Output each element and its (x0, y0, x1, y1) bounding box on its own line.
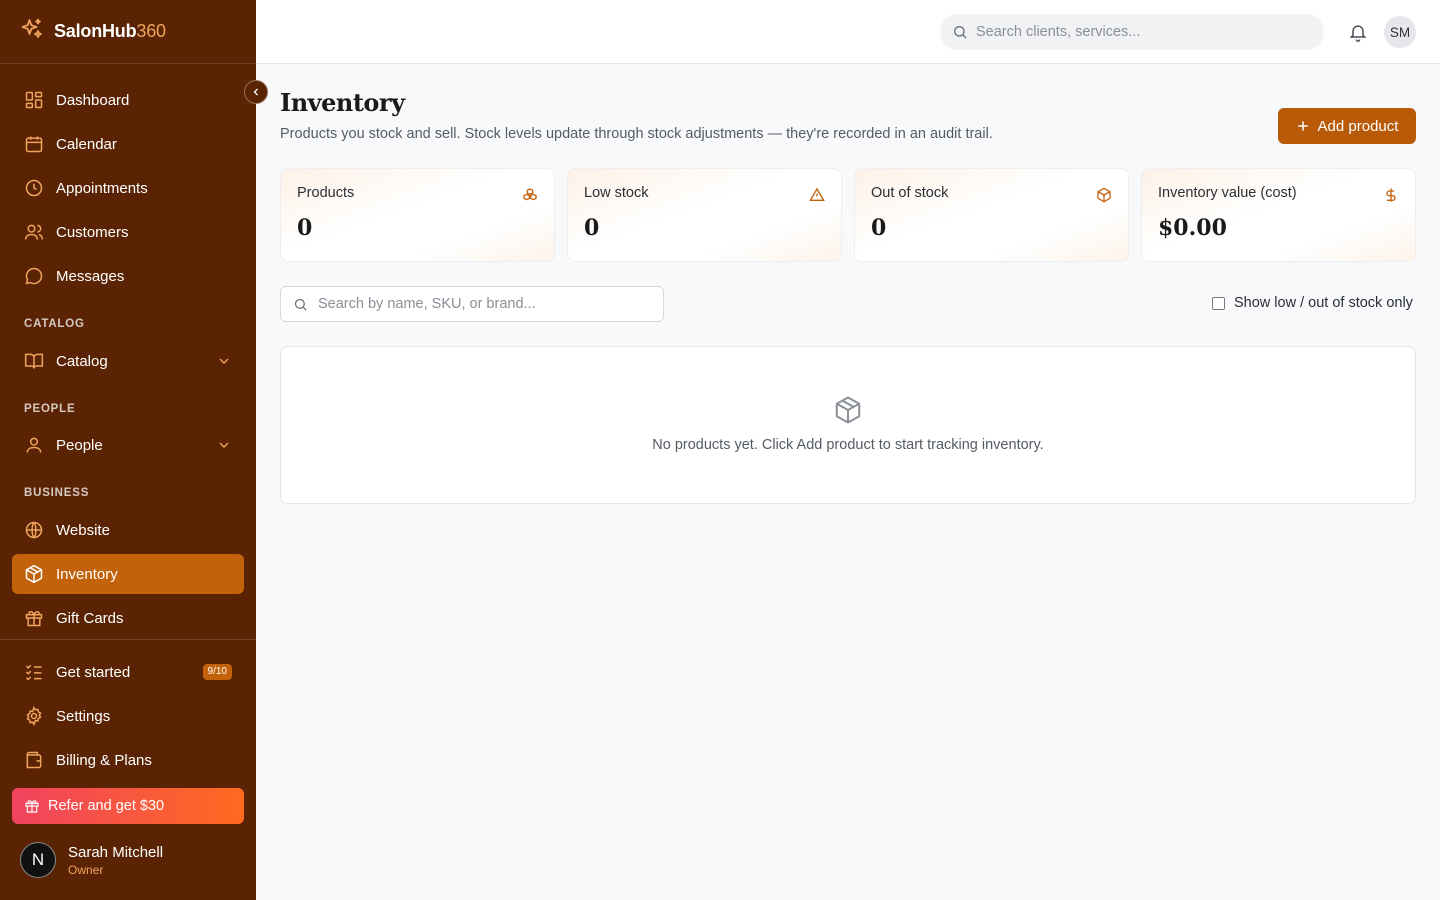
chevron-down-icon (219, 358, 229, 364)
gift-icon (25, 800, 39, 813)
sidebar-item-label: People (56, 436, 103, 454)
user-profile[interactable]: N Sarah Mitchell Owner (20, 842, 163, 878)
bell-icon[interactable] (1348, 22, 1368, 42)
sidebar-item-label: Settings (56, 707, 111, 725)
stat-label: Inventory value (cost) (1158, 185, 1297, 201)
warning-triangle-icon (809, 187, 825, 201)
page-title: Inventory (280, 88, 405, 117)
users-icon (24, 224, 44, 240)
search-icon (954, 26, 967, 39)
global-search[interactable] (940, 14, 1324, 50)
brand[interactable]: SalonHub360 (0, 0, 256, 64)
sidebar-item-label: Billing & Plans (56, 751, 152, 769)
sidebar-item-customers[interactable]: Customers (12, 212, 244, 252)
stat-value: $0.00 (1158, 215, 1227, 241)
package-icon (25, 564, 43, 584)
dashboard-icon (25, 91, 43, 109)
gift-icon (25, 611, 43, 627)
sidebar-item-label: Calendar (56, 135, 117, 153)
user-role: Owner (68, 862, 104, 877)
empty-state-message: No products yet. Click Add product to st… (652, 437, 1044, 453)
book-open-icon (24, 353, 44, 369)
sidebar: SalonHub360 Dashboard Calendar Appointme… (0, 0, 256, 900)
page-subtitle: Products you stock and sell. Stock level… (280, 126, 993, 142)
global-search-input[interactable] (976, 24, 1306, 40)
sidebar-item-label: Messages (56, 267, 125, 285)
collapse-sidebar-button[interactable] (244, 80, 268, 104)
sidebar-item-dashboard[interactable]: Dashboard (12, 80, 244, 120)
message-circle-icon (25, 267, 43, 285)
stat-label: Products (297, 185, 355, 201)
wallet-icon (26, 751, 42, 769)
stat-value: 0 (584, 215, 600, 241)
sidebar-item-label: Website (56, 521, 110, 539)
plus-icon (1297, 121, 1308, 131)
globe-icon (25, 521, 43, 539)
chevron-down-icon (219, 442, 229, 448)
stat-card-low-stock: Low stock 0 (567, 168, 842, 262)
add-product-button[interactable]: Add product (1278, 108, 1416, 144)
sidebar-item-label: Dashboard (56, 91, 130, 109)
brand-name: SalonHub360 (54, 21, 166, 41)
sidebar-divider (0, 639, 256, 640)
sidebar-item-label: Appointments (56, 179, 148, 197)
search-icon (294, 298, 307, 311)
clock-icon (25, 179, 43, 197)
sidebar-item-billing[interactable]: Billing & Plans (12, 740, 244, 780)
avatar: N (20, 842, 56, 878)
add-product-label: Add product (1317, 117, 1399, 135)
user-name: Sarah Mitchell (68, 843, 164, 861)
stat-value: 0 (871, 215, 887, 241)
sidebar-item-calendar[interactable]: Calendar (12, 124, 244, 164)
stat-value: 0 (297, 215, 313, 241)
sidebar-item-people[interactable]: People (12, 425, 244, 465)
sidebar-item-catalog[interactable]: Catalog (12, 341, 244, 381)
section-label-catalog: CATALOG (24, 318, 85, 330)
package-icon (835, 396, 861, 424)
calendar-icon (25, 136, 43, 153)
sidebar-item-messages[interactable]: Messages (12, 256, 244, 296)
boxes-icon (523, 188, 537, 201)
sidebar-item-gift-cards[interactable]: Gift Cards (12, 598, 244, 638)
inventory-search-input[interactable] (318, 296, 648, 312)
progress-badge: 9/10 (202, 664, 232, 680)
sidebar-item-label: Get started (56, 663, 131, 681)
inventory-search[interactable] (280, 286, 664, 322)
stat-card-inventory-value: Inventory value (cost) $0.00 (1141, 168, 1416, 262)
gear-icon (26, 706, 42, 726)
stat-label: Low stock (584, 185, 649, 201)
sidebar-item-inventory[interactable]: Inventory (12, 554, 244, 594)
sidebar-item-label: Inventory (56, 565, 118, 583)
topbar: SM (256, 0, 1440, 64)
low-stock-checkbox[interactable] (1212, 296, 1225, 310)
user-icon (26, 437, 42, 453)
section-label-business: BUSINESS (24, 487, 90, 499)
refer-label: Refer and get $30 (48, 798, 165, 814)
stat-card-out-of-stock: Out of stock 0 (854, 168, 1129, 262)
chevron-left-icon (253, 88, 258, 96)
sidebar-item-label: Catalog (56, 352, 108, 370)
stat-card-products: Products 0 (280, 168, 555, 262)
sparkle-logo-icon (20, 17, 44, 46)
sidebar-item-settings[interactable]: Settings (12, 696, 244, 736)
low-stock-filter[interactable]: Show low / out of stock only (1212, 295, 1413, 311)
refer-button[interactable]: Refer and get $30 (12, 788, 244, 824)
sidebar-item-appointments[interactable]: Appointments (12, 168, 244, 208)
sidebar-item-label: Customers (56, 223, 129, 241)
stat-label: Out of stock (871, 185, 949, 201)
section-label-people: PEOPLE (24, 403, 76, 415)
sidebar-item-website[interactable]: Website (12, 510, 244, 550)
user-info: Sarah Mitchell Owner (68, 844, 163, 877)
sidebar-item-label: Gift Cards (56, 609, 124, 627)
user-avatar-button[interactable]: SM (1384, 16, 1416, 48)
package-icon (1097, 187, 1111, 203)
low-stock-filter-label: Show low / out of stock only (1234, 295, 1413, 311)
dollar-icon (1386, 188, 1396, 202)
checklist-icon (25, 664, 42, 681)
sidebar-item-get-started[interactable]: Get started 9/10 (12, 652, 244, 692)
empty-state-panel: No products yet. Click Add product to st… (280, 346, 1416, 504)
